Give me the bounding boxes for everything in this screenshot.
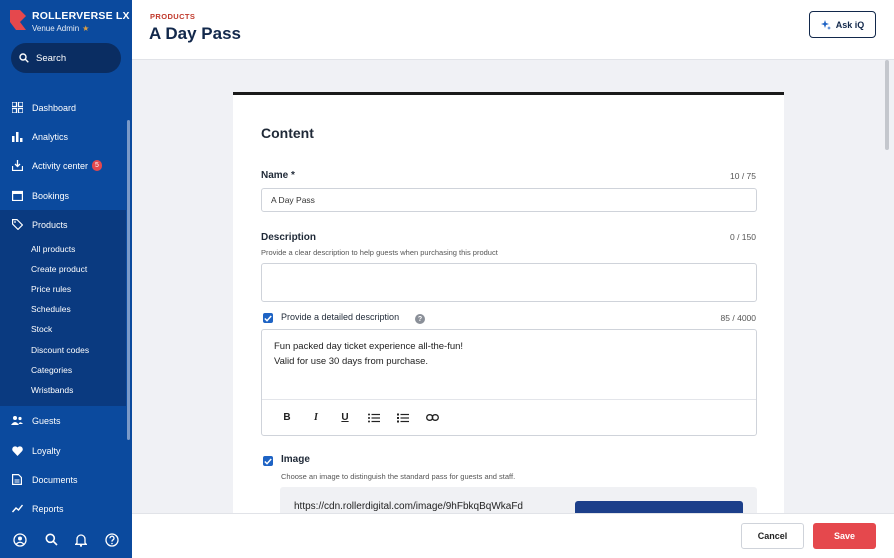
sidebar-scrollbar[interactable] xyxy=(127,120,130,440)
editor-line-1: Fun packed day ticket experience all-the… xyxy=(274,341,464,352)
info-icon[interactable]: ? xyxy=(415,314,425,324)
name-field[interactable]: A Day Pass xyxy=(261,188,757,212)
section-title: Content xyxy=(261,125,314,141)
cancel-button[interactable]: Cancel xyxy=(741,523,804,549)
content-card: Content Name * 10 / 75 A Day Pass Descri… xyxy=(233,92,784,513)
activity-count-badge: 5 xyxy=(92,160,102,171)
checkmark-icon xyxy=(264,315,272,322)
search-icon xyxy=(19,53,29,63)
sidebar-label-analytics: Analytics xyxy=(32,131,69,142)
brand-name: ROLLERVERSE LX xyxy=(32,10,130,22)
sidebar-item-documents[interactable]: Documents xyxy=(0,465,126,494)
underline-icon[interactable]: U xyxy=(334,407,356,429)
app-root: ROLLERVERSE LX Venue Admin ★ Search Dashb… xyxy=(0,0,894,558)
bar-chart-icon xyxy=(11,131,23,143)
rich-text-editor[interactable]: Fun packed day ticket experience all-the… xyxy=(261,329,757,436)
sidebar-item-bookings[interactable]: Bookings xyxy=(0,181,126,210)
sidebar-subitem-categories[interactable]: Categories xyxy=(31,360,72,380)
detailed-description-label: Provide a detailed description xyxy=(281,312,400,322)
description-label: Description xyxy=(261,232,317,243)
sidebar-subitem-wristbands[interactable]: Wristbands xyxy=(31,380,73,400)
sidebar-item-activity-center[interactable]: Activity center 5 xyxy=(0,151,126,180)
ask-iq-label: Ask iQ xyxy=(835,19,865,30)
sidebar-subitem-stock[interactable]: Stock xyxy=(31,319,52,339)
editor-toolbar: B I U xyxy=(262,399,756,435)
people-icon xyxy=(11,415,23,427)
breadcrumb[interactable]: PRODUCTS xyxy=(150,12,195,21)
sparkle-icon xyxy=(820,19,831,30)
sidebar-label-bookings: Bookings xyxy=(32,190,70,201)
image-help-text: Choose an image to distinguish the stand… xyxy=(281,472,516,481)
search-input[interactable]: Search xyxy=(11,43,121,73)
sidebar-footer xyxy=(0,528,132,556)
save-button[interactable]: Save xyxy=(813,523,876,549)
tag-icon xyxy=(11,219,23,231)
account-icon[interactable] xyxy=(13,532,27,552)
heart-icon xyxy=(11,445,23,457)
name-field-value: A Day Pass xyxy=(271,195,315,205)
sidebar: ROLLERVERSE LX Venue Admin ★ Search Dashb… xyxy=(0,0,132,558)
star-icon: ★ xyxy=(82,24,90,33)
sidebar-label-products: Products xyxy=(32,219,68,230)
image-picker[interactable]: https://cdn.rollerdigital.com/image/9hFb… xyxy=(280,487,757,513)
name-char-counter: 10 / 75 xyxy=(730,171,756,181)
trend-line-icon xyxy=(11,503,23,515)
link-icon[interactable] xyxy=(421,407,443,429)
help-icon[interactable] xyxy=(105,532,119,552)
sidebar-item-loyalty[interactable]: Loyalty xyxy=(0,436,126,465)
sidebar-label-dashboard: Dashboard xyxy=(32,102,77,113)
download-tray-icon xyxy=(11,160,23,172)
description-help-text: Provide a clear description to help gues… xyxy=(261,248,498,257)
sidebar-subitem-create-product[interactable]: Create product xyxy=(31,259,87,279)
page-title: A Day Pass xyxy=(149,24,241,43)
main-scrollbar[interactable] xyxy=(885,60,889,150)
name-label: Name * xyxy=(261,170,295,181)
description-char-counter: 0 / 150 xyxy=(730,232,756,242)
sidebar-item-reports[interactable]: Reports xyxy=(0,494,126,523)
search-icon[interactable] xyxy=(45,533,58,551)
calendar-icon xyxy=(11,190,23,202)
sidebar-item-guests[interactable]: Guests xyxy=(0,406,126,435)
sidebar-item-analytics[interactable]: Analytics xyxy=(0,122,126,151)
sidebar-item-dashboard[interactable]: Dashboard xyxy=(0,93,126,122)
editor-content[interactable]: Fun packed day ticket experience all-the… xyxy=(274,339,463,369)
sidebar-subitem-price-rules[interactable]: Price rules xyxy=(31,279,71,299)
bullet-list-icon[interactable] xyxy=(363,407,385,429)
checkmark-icon xyxy=(264,458,272,465)
action-footer: Cancel Save xyxy=(132,513,894,558)
sidebar-subitem-all-products[interactable]: All products xyxy=(31,239,75,259)
brand-role-text: Venue Admin xyxy=(32,24,80,33)
image-url: https://cdn.rollerdigital.com/image/9hFb… xyxy=(294,501,523,512)
dashboard-icon xyxy=(11,102,23,114)
brand[interactable]: ROLLERVERSE LX Venue Admin ★ xyxy=(10,10,130,35)
sidebar-label-reports: Reports xyxy=(32,503,64,514)
numbered-list-icon[interactable] xyxy=(392,407,414,429)
detailed-description-char-counter: 85 / 4000 xyxy=(720,313,756,323)
brand-role: Venue Admin ★ xyxy=(32,23,130,35)
sidebar-label-documents: Documents xyxy=(32,474,78,485)
sidebar-subitem-discount-codes[interactable]: Discount codes xyxy=(31,340,89,360)
sidebar-label-activity-center: Activity center xyxy=(32,160,89,171)
image-thumbnail[interactable] xyxy=(575,501,743,513)
bold-icon[interactable]: B xyxy=(276,407,298,429)
sidebar-item-products[interactable]: Products xyxy=(0,210,126,239)
bell-icon[interactable] xyxy=(74,533,89,552)
ask-iq-button[interactable]: Ask iQ xyxy=(809,11,876,38)
editor-line-2: Valid for use 30 days from purchase. xyxy=(274,356,429,367)
detailed-description-checkbox[interactable] xyxy=(263,313,273,323)
sidebar-subitem-schedules[interactable]: Schedules xyxy=(31,299,71,319)
sidebar-label-loyalty: Loyalty xyxy=(32,445,61,456)
main-content: Content Name * 10 / 75 A Day Pass Descri… xyxy=(132,60,894,513)
image-checkbox[interactable] xyxy=(263,456,273,466)
roller-logo-icon xyxy=(10,10,26,30)
image-label: Image xyxy=(281,454,310,465)
page-header: PRODUCTS A Day Pass Ask iQ xyxy=(132,0,894,60)
description-field[interactable] xyxy=(261,263,757,302)
document-icon xyxy=(11,474,23,486)
sidebar-label-guests: Guests xyxy=(32,415,61,426)
italic-icon[interactable]: I xyxy=(305,407,327,429)
search-label: Search xyxy=(36,52,67,64)
